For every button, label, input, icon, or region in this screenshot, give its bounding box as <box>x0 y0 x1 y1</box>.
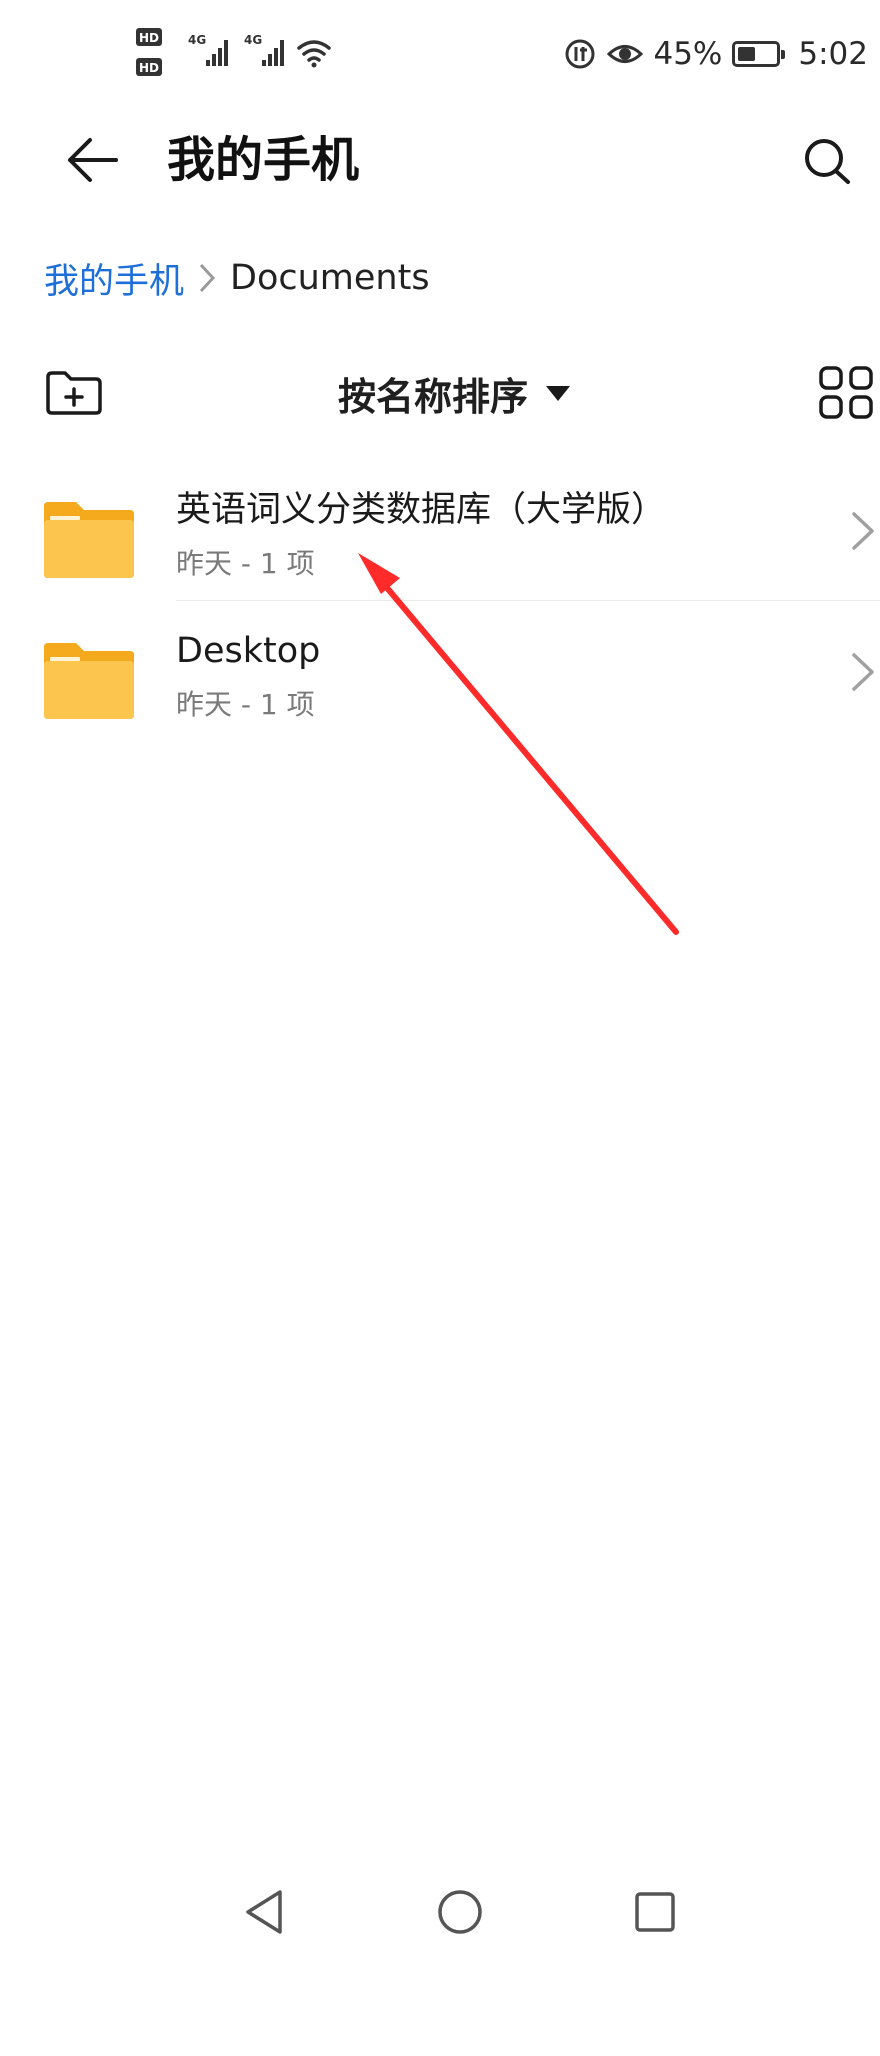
folder-icon <box>44 643 134 719</box>
data-saver-icon <box>565 39 595 69</box>
status-right-icons: 45% 5:02 <box>563 30 868 78</box>
eye-comfort-icon <box>607 45 644 63</box>
list-item-folder-desktop[interactable]: Desktop 昨天 - 1 项 <box>0 601 880 742</box>
chevron-right-icon <box>198 262 216 294</box>
new-folder-button[interactable] <box>40 358 108 428</box>
chevron-right-icon <box>852 653 874 691</box>
breadcrumb: 我的手机 Documents <box>44 248 430 308</box>
nav-home-button[interactable] <box>430 1882 490 1942</box>
arrow-left-icon <box>68 138 118 182</box>
back-button[interactable] <box>56 124 128 196</box>
nav-recents-icon <box>635 1892 675 1932</box>
status-bar: HD 1 HD 2 4G 4G 45% 5:02 <box>0 0 880 104</box>
file-meta: 昨天 - 1 项 <box>176 547 315 580</box>
svg-text:HD 1: HD 1 <box>139 31 172 45</box>
svg-text:4G: 4G <box>244 33 262 47</box>
new-folder-icon <box>46 371 102 415</box>
battery-icon <box>732 41 786 67</box>
file-list: 英语词义分类数据库（大学版） 昨天 - 1 项 Desktop 昨天 - 1 项 <box>0 460 880 742</box>
nav-home-icon <box>438 1890 482 1934</box>
nav-back-icon <box>246 1890 282 1934</box>
wifi-icon <box>297 40 331 62</box>
list-item-folder-english-db[interactable]: 英语词义分类数据库（大学版） 昨天 - 1 项 <box>0 460 880 601</box>
system-nav-bar <box>0 1862 880 1962</box>
grid-view-icon <box>819 366 873 419</box>
page-title: 我的手机 <box>167 132 360 188</box>
sort-label: 按名称排序 <box>338 374 529 419</box>
battery-percent: 45% <box>653 36 723 72</box>
status-left-icons: HD 1 HD 2 4G 4G <box>136 26 336 82</box>
search-button[interactable] <box>792 126 864 198</box>
sort-button[interactable]: 按名称排序 <box>338 358 571 428</box>
caret-down-icon <box>546 385 571 401</box>
file-name: 英语词义分类数据库（大学版） <box>176 490 667 530</box>
battery-level <box>738 47 755 61</box>
list-toolbar: 按名称排序 <box>0 358 880 428</box>
nav-back-button[interactable] <box>234 1882 294 1942</box>
folder-icon <box>44 502 134 578</box>
chevron-right-icon <box>852 512 874 550</box>
breadcrumb-current: Documents <box>230 258 430 298</box>
file-name: Desktop <box>176 631 321 671</box>
sim-signal-icons: HD 1 HD 2 4G 4G <box>136 28 331 76</box>
svg-text:4G: 4G <box>188 33 206 47</box>
annotation-arrow-icon <box>358 553 679 935</box>
svg-text:HD 2: HD 2 <box>139 61 172 75</box>
breadcrumb-root[interactable]: 我的手机 <box>44 253 184 304</box>
app-bar: 我的手机 <box>0 104 880 216</box>
nav-recents-button[interactable] <box>625 1882 685 1942</box>
grid-view-button[interactable] <box>818 358 880 428</box>
search-icon <box>805 139 850 184</box>
file-meta: 昨天 - 1 项 <box>176 688 315 721</box>
clock: 5:02 <box>798 36 868 72</box>
